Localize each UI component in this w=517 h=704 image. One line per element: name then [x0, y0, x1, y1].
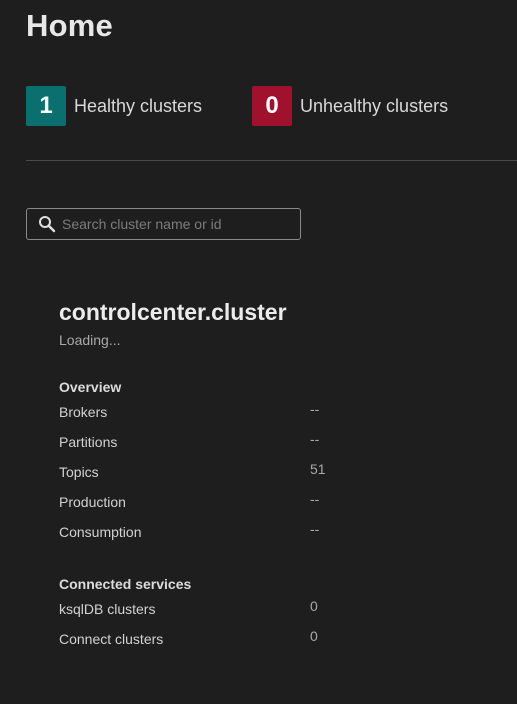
unhealthy-clusters-label: Unhealthy clusters [300, 95, 449, 116]
overview-row-value: -- [310, 401, 320, 417]
healthy-clusters-count: 1 [26, 86, 66, 126]
cluster-search[interactable] [26, 208, 301, 240]
service-row-label: ksqlDB clusters [59, 601, 156, 617]
service-row-value: 0 [310, 598, 318, 614]
overview-row-label: Topics [59, 464, 99, 480]
page-title: Home [26, 8, 113, 43]
unhealthy-clusters-count: 0 [252, 86, 292, 126]
overview-row-value: -- [310, 521, 320, 537]
overview-heading: Overview [59, 379, 122, 395]
healthy-clusters-label: Healthy clusters [74, 95, 203, 116]
overview-row-value: -- [310, 431, 320, 447]
search-input[interactable] [62, 211, 300, 237]
healthy-clusters-stat[interactable]: 1 Healthy clusters [26, 86, 202, 126]
connected-services-heading: Connected services [59, 576, 192, 592]
overview-row-value: 51 [310, 461, 326, 477]
overview-row-label: Production [59, 494, 126, 510]
home-page: Home 1 Healthy clusters 0 Unhealthy clus… [0, 0, 517, 704]
overview-row-value: -- [310, 491, 320, 507]
overview-row-label: Partitions [59, 434, 118, 450]
overview-row-label: Consumption [59, 524, 142, 540]
overview-row-label: Brokers [59, 404, 108, 420]
search-icon [39, 216, 56, 233]
cluster-name[interactable]: controlcenter.cluster [59, 299, 287, 326]
service-row-value: 0 [310, 628, 318, 644]
service-row-label: Connect clusters [59, 631, 164, 647]
divider [26, 160, 517, 161]
cluster-status: Loading... [59, 332, 121, 348]
unhealthy-clusters-stat[interactable]: 0 Unhealthy clusters [252, 86, 448, 126]
